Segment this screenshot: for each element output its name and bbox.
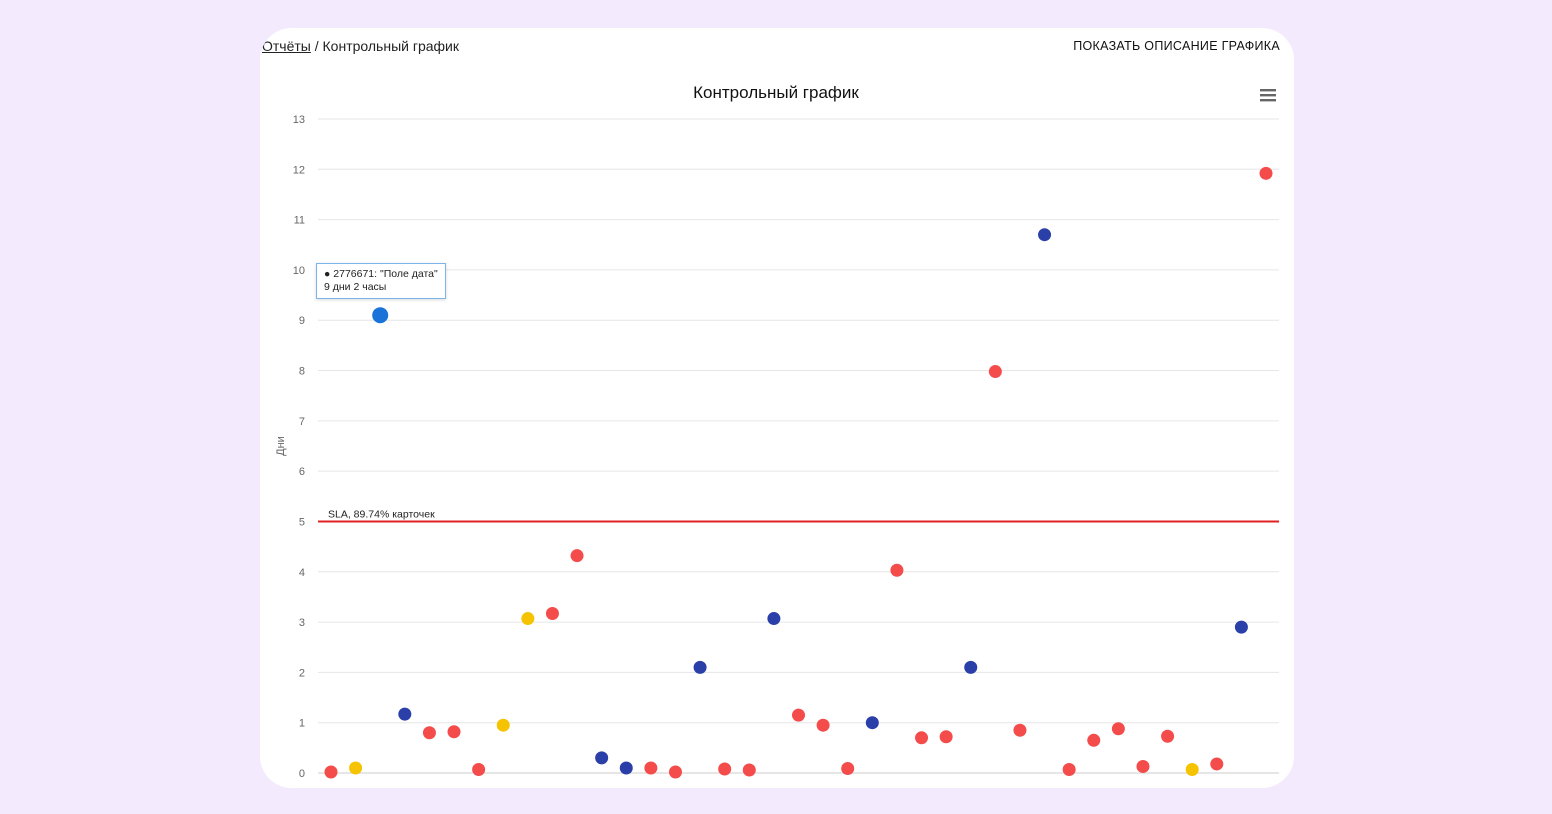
data-point[interactable] — [570, 549, 584, 563]
data-point[interactable] — [1087, 733, 1101, 747]
y-tick-label: 1 — [299, 718, 305, 730]
y-tick-label: 6 — [299, 466, 305, 478]
data-point[interactable] — [422, 726, 436, 740]
y-tick-label: 8 — [299, 366, 305, 378]
y-tick-label: 4 — [299, 567, 305, 579]
data-point[interactable] — [496, 718, 510, 732]
grid-lines — [318, 118, 1279, 774]
data-point[interactable] — [718, 762, 732, 776]
data-point[interactable] — [1013, 723, 1027, 737]
data-point[interactable] — [1038, 228, 1052, 242]
sla-label: SLA, 89.74% карточек — [328, 508, 435, 520]
data-point[interactable] — [1062, 762, 1076, 776]
data-point[interactable] — [890, 563, 904, 577]
data-point[interactable] — [1185, 762, 1199, 776]
y-axis-label: Дни — [275, 436, 287, 456]
data-point[interactable] — [1259, 166, 1273, 180]
tooltip-line-2: 9 дни 2 часы — [324, 281, 387, 293]
hamburger-menu-icon[interactable] — [1260, 89, 1276, 102]
data-point[interactable] — [816, 718, 830, 732]
chart-title: Контрольный график — [693, 83, 859, 102]
tooltip-line-1: ● 2776671: "Поле дата" — [324, 268, 438, 280]
data-points — [324, 166, 1273, 779]
data-point[interactable] — [447, 725, 461, 739]
data-point[interactable] — [767, 612, 781, 626]
y-tick-label: 2 — [299, 667, 305, 679]
data-point[interactable] — [619, 761, 633, 775]
data-point[interactable] — [988, 365, 1002, 379]
sla-line-group: SLA, 89.74% карточек — [318, 508, 1279, 523]
y-tick-label: 12 — [293, 164, 305, 176]
y-tick-label: 10 — [293, 265, 305, 277]
y-tick-label: 3 — [299, 617, 305, 629]
data-point[interactable] — [349, 761, 363, 775]
data-point[interactable] — [1136, 759, 1150, 773]
report-card: Отчёты / Контрольный график ПОКАЗАТЬ ОПИ… — [260, 28, 1294, 788]
data-point[interactable] — [644, 761, 658, 775]
data-point-highlighted[interactable] — [372, 307, 389, 324]
y-tick-label: 5 — [299, 516, 305, 528]
data-point[interactable] — [865, 716, 879, 730]
point-tooltip: ● 2776671: "Поле дата" 9 дни 2 часы — [316, 263, 446, 299]
data-point[interactable] — [668, 765, 682, 779]
data-point[interactable] — [939, 730, 953, 744]
data-point[interactable] — [742, 763, 756, 777]
data-point[interactable] — [545, 607, 559, 621]
data-point[interactable] — [398, 707, 412, 721]
y-tick-label: 11 — [294, 215, 305, 227]
y-tick-label: 9 — [299, 315, 305, 327]
data-point[interactable] — [693, 660, 707, 674]
data-point[interactable] — [1234, 620, 1248, 634]
y-tick-label: 13 — [293, 114, 305, 126]
data-point[interactable] — [964, 660, 978, 674]
data-point[interactable] — [472, 762, 486, 776]
y-axis-ticks: 012345678910111213 — [293, 114, 305, 780]
data-point[interactable] — [595, 751, 609, 765]
data-point[interactable] — [915, 731, 929, 745]
y-tick-label: 0 — [299, 768, 305, 780]
data-point[interactable] — [1161, 729, 1175, 743]
control-chart: 012345678910111213 Дни Контрольный графи… — [275, 83, 1279, 780]
data-point[interactable] — [1210, 757, 1224, 771]
data-point[interactable] — [324, 765, 338, 779]
data-point[interactable] — [521, 612, 535, 626]
data-point[interactable] — [1111, 722, 1125, 736]
y-tick-label: 7 — [299, 416, 305, 428]
data-point[interactable] — [792, 708, 805, 722]
data-point[interactable] — [841, 761, 855, 775]
